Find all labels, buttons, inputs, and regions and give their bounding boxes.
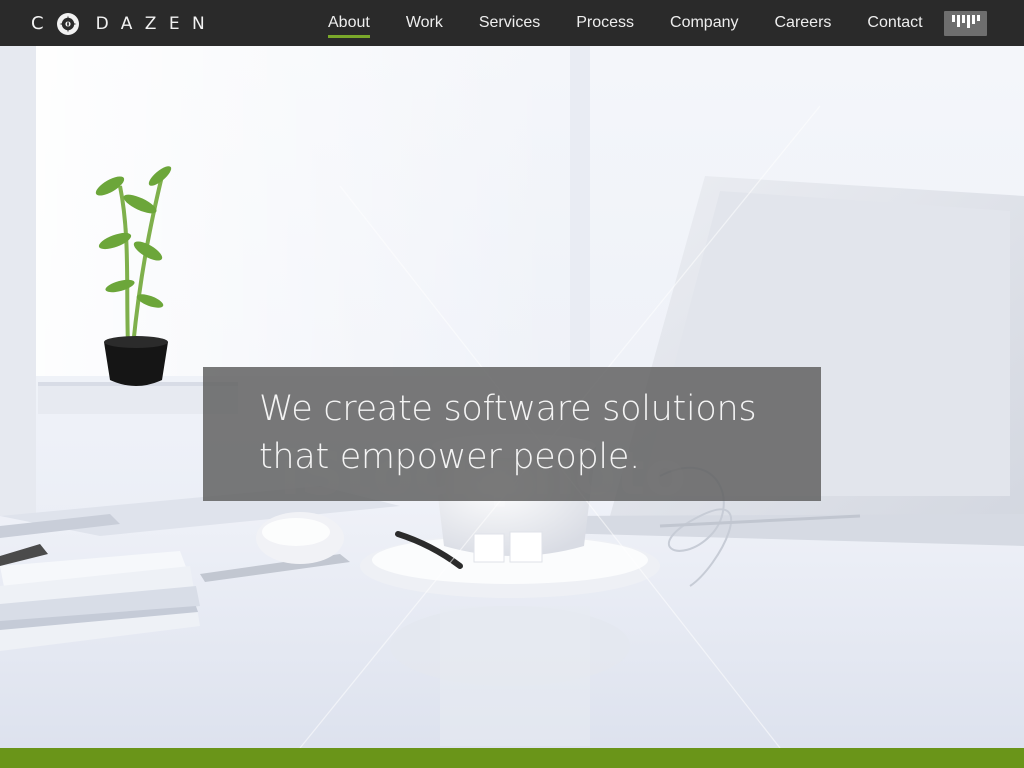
bars-badge-button[interactable] bbox=[944, 11, 987, 36]
logo-wordmark: DAZEN bbox=[95, 14, 218, 34]
hero-caption-line-1: We create software solutions bbox=[259, 389, 757, 429]
hero-caption-box: We create software solutions that empowe… bbox=[203, 367, 821, 501]
nav-item-work[interactable]: Work bbox=[388, 0, 461, 46]
nav-item-careers[interactable]: Careers bbox=[757, 0, 850, 46]
bars-badge-icon bbox=[952, 15, 980, 28]
footer-accent-strip bbox=[0, 748, 1024, 768]
main-nav: About Work Services Process Company Care… bbox=[310, 0, 941, 46]
nav-item-services[interactable]: Services bbox=[461, 0, 558, 46]
hero-banner: iStockphoto We create software solutions… bbox=[0, 46, 1024, 748]
nav-item-contact[interactable]: Contact bbox=[849, 0, 940, 46]
hero-caption-line-2: that empower people. bbox=[259, 437, 640, 477]
nav-item-company[interactable]: Company bbox=[652, 0, 756, 46]
nav-item-about[interactable]: About bbox=[310, 0, 388, 46]
nav-item-process[interactable]: Process bbox=[558, 0, 652, 46]
logo-letter-c: C bbox=[31, 13, 44, 34]
page: C DAZEN About Work Services Process Comp… bbox=[0, 0, 1024, 768]
top-navigation-bar: C DAZEN About Work Services Process Comp… bbox=[0, 0, 1024, 46]
brand-logo[interactable]: C DAZEN bbox=[31, 12, 217, 36]
compass-logo-icon bbox=[56, 13, 79, 35]
